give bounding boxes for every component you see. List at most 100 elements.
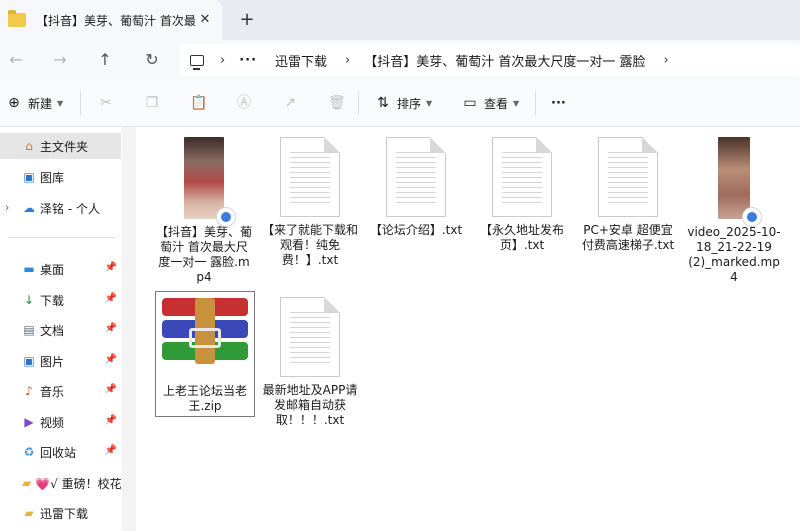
pin-icon: 📌 — [104, 445, 117, 456]
sidebar-item-onedrive[interactable]: › ☁ 泽铭 - 个人 — [0, 195, 121, 221]
tab-current-folder[interactable]: 【抖音】美芽、葡萄汁 首次最 ✕ — [0, 0, 222, 40]
copy-icon: ❐ — [145, 95, 159, 111]
file-name: PC+安卓 超便宜付费高速梯子.txt — [581, 223, 675, 252]
toolbar-divider — [535, 91, 536, 115]
file-item-txt-2[interactable]: 【论坛介绍】.txt — [366, 137, 466, 238]
toolbar-divider — [80, 91, 81, 115]
chevron-right-icon[interactable]: › — [220, 53, 225, 68]
sort-button[interactable]: ⇅ 排序 ▼ — [375, 92, 432, 114]
view-button[interactable]: ▭ 查看 ▼ — [462, 92, 519, 114]
pin-icon: 📌 — [104, 323, 117, 334]
new-button[interactable]: ⊕ 新建 ▼ — [6, 92, 63, 114]
chevron-right-icon[interactable]: › — [345, 53, 350, 68]
sidebar-item-home[interactable]: ⌂ 主文件夹 — [0, 133, 121, 159]
documents-icon: ▤ — [23, 323, 35, 337]
scissors-icon: ✂ — [100, 95, 112, 111]
breadcrumb-current-folder[interactable]: 【抖音】美芽、葡萄汁 首次最大尺度一对一 露脸 — [364, 51, 645, 70]
sidebar-item-gallery[interactable]: ▣ 图库 — [0, 164, 121, 190]
clipboard-icon: 📋 — [190, 95, 208, 111]
close-icon[interactable]: ✕ — [196, 11, 214, 29]
sidebar-item-documents[interactable]: ▤ 文档 📌 — [0, 317, 121, 343]
text-file-icon — [386, 137, 446, 217]
sidebar-item-pictures[interactable]: ▣ 图片 📌 — [0, 348, 121, 374]
sidebar-item-label: 下载 — [40, 293, 65, 308]
file-item-txt-5[interactable]: 最新地址及APP请发邮箱自动获取！！！.txt — [260, 297, 360, 428]
address-bar[interactable]: › ··· 迅雷下载 › 【抖音】美芽、葡萄汁 首次最大尺度一对一 露脸 › — [180, 44, 800, 76]
sidebar-divider — [8, 237, 116, 238]
breadcrumb-xunlei[interactable]: 迅雷下载 — [275, 51, 327, 70]
file-item-zip[interactable]: 上老王论坛当老王.zip — [155, 291, 255, 417]
breadcrumb-more[interactable]: ··· — [239, 53, 257, 68]
sidebar-item-folder-xiaohua[interactable]: ▰ 💗√ 重磅！校花 — [0, 470, 121, 496]
sidebar-item-label: 文档 — [40, 323, 65, 338]
text-file-icon — [598, 137, 658, 217]
file-item-video-1[interactable]: 【抖音】美芽、葡萄汁 首次最大尺度一对一 露脸.mp4 — [154, 137, 254, 285]
sidebar-item-label: 主文件夹 — [40, 139, 89, 154]
file-name: 【永久地址发布页】.txt — [479, 223, 564, 252]
desktop-icon: ▬ — [23, 262, 35, 276]
file-item-txt-4[interactable]: PC+安卓 超便宜付费高速梯子.txt — [578, 137, 678, 253]
pin-icon: 📌 — [104, 262, 117, 273]
sidebar-item-desktop[interactable]: ▬ 桌面 📌 — [0, 256, 121, 282]
chevron-down-icon: ▼ — [513, 98, 520, 108]
file-item-txt-3[interactable]: 【永久地址发布页】.txt — [472, 137, 572, 253]
paste-button[interactable]: 📋 — [190, 92, 208, 114]
sync-status-icon — [742, 207, 762, 227]
view-icon: ▭ — [463, 95, 477, 111]
tab-bar: 【抖音】美芽、葡萄汁 首次最 ✕ + — [0, 0, 800, 40]
command-bar: ⊕ 新建 ▼ ✂ ❐ 📋 Ⓐ ↗ 🗑 ⇅ 排序 ▼ ▭ 查看 ▼ ··· — [0, 80, 800, 127]
more-options-button[interactable]: ··· — [551, 92, 566, 114]
copy-button[interactable]: ❐ — [144, 92, 160, 114]
video-thumbnail — [184, 137, 236, 227]
sort-icon: ⇅ — [377, 95, 389, 111]
computer-icon — [190, 54, 204, 70]
chevron-right-icon[interactable]: › — [664, 53, 669, 68]
file-name: video_2025-10-18_21-22-19 (2)_marked.mp4 — [687, 225, 781, 284]
chevron-right-icon[interactable]: › — [5, 201, 9, 214]
sidebar-item-label: 迅雷下载 — [40, 506, 89, 521]
sidebar-item-label: 桌面 — [40, 262, 65, 277]
sidebar-item-recycle-bin[interactable]: ♻ 回收站 📌 — [0, 439, 121, 465]
back-arrow-icon[interactable]: ← — [4, 48, 28, 72]
up-arrow-icon[interactable]: ↑ — [93, 48, 117, 72]
refresh-icon[interactable]: ↻ — [140, 48, 164, 72]
toolbar-divider — [358, 91, 359, 115]
file-item-video-2[interactable]: video_2025-10-18_21-22-19 (2)_marked.mp4 — [684, 137, 784, 285]
cut-button[interactable]: ✂ — [98, 92, 114, 114]
file-name: 上老王论坛当老王.zip — [162, 384, 247, 413]
sidebar-item-label: 视频 — [40, 415, 65, 430]
navigation-pane: ⌂ 主文件夹 ▣ 图库 › ☁ 泽铭 - 个人 ▬ 桌面 📌 ↓ 下载 📌 ▤ … — [0, 127, 136, 531]
sidebar-item-downloads[interactable]: ↓ 下载 📌 — [0, 287, 121, 313]
sort-label: 排序 — [397, 96, 422, 111]
sidebar-item-label: 💗√ 重磅！校花 — [35, 476, 121, 491]
new-tab-button[interactable]: + — [236, 9, 258, 31]
pictures-icon: ▣ — [23, 354, 35, 368]
folder-icon: ▰ — [22, 476, 32, 490]
share-button[interactable]: ↗ — [282, 92, 298, 114]
videos-icon: ▶ — [24, 415, 34, 429]
chevron-down-icon: ▼ — [426, 98, 433, 108]
sidebar-item-label: 泽铭 - 个人 — [40, 201, 100, 216]
file-item-txt-1[interactable]: 【来了就能下载和观看！纯免费！】.txt — [260, 137, 360, 268]
sidebar-scrollbar[interactable] — [122, 127, 136, 531]
text-file-icon — [280, 297, 340, 377]
folder-icon: ▰ — [24, 506, 34, 520]
sidebar-item-label: 音乐 — [40, 384, 65, 399]
text-file-icon — [280, 137, 340, 217]
forward-arrow-icon[interactable]: → — [48, 48, 72, 72]
rename-icon: Ⓐ — [237, 95, 251, 111]
download-icon: ↓ — [23, 293, 35, 307]
sync-status-icon — [216, 207, 236, 227]
cloud-icon: ☁ — [23, 201, 35, 215]
pin-icon: 📌 — [104, 415, 117, 426]
rename-button[interactable]: Ⓐ — [236, 92, 252, 114]
file-list: 【抖音】美芽、葡萄汁 首次最大尺度一对一 露脸.mp4 【来了就能下载和观看！纯… — [136, 127, 800, 531]
sidebar-item-music[interactable]: ♪ 音乐 📌 — [0, 378, 121, 404]
file-name: 【抖音】美芽、葡萄汁 首次最大尺度一对一 露脸.mp4 — [156, 225, 253, 284]
delete-button[interactable]: 🗑 — [328, 92, 346, 114]
new-label: 新建 — [28, 96, 53, 111]
sidebar-item-videos[interactable]: ▶ 视频 📌 — [0, 409, 121, 435]
pin-icon: 📌 — [104, 354, 117, 365]
plus-circle-icon: ⊕ — [8, 95, 20, 111]
sidebar-item-folder-xunlei[interactable]: ▰ 迅雷下载 — [0, 500, 121, 526]
